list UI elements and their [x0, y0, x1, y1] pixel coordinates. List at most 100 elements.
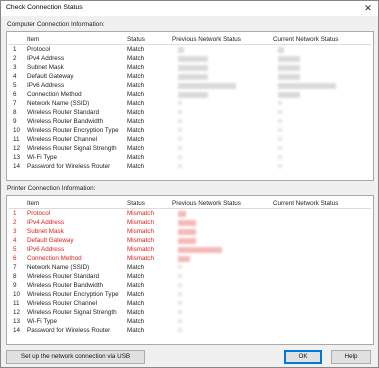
- redacted-previous-value: [178, 301, 182, 305]
- row-item-label: Wireless Router Channel: [27, 300, 97, 307]
- row-number: 9: [13, 118, 17, 125]
- redacted-previous-value: [178, 238, 196, 244]
- row-number: 7: [13, 264, 17, 271]
- redacted-previous-value: [178, 83, 236, 89]
- header-divider: [9, 44, 371, 45]
- row-item-label: Wi-Fi Type: [27, 154, 57, 161]
- redacted-current-value: [278, 47, 284, 53]
- row-item-label: Connection Method: [27, 255, 82, 262]
- row-status: Match: [127, 46, 145, 53]
- table-row[interactable]: 1 Protocol Match: [7, 46, 373, 55]
- redacted-previous-value: [178, 220, 196, 226]
- table-row[interactable]: 13 Wi-Fi Type Match: [7, 154, 373, 163]
- redacted-current-value: [278, 155, 282, 159]
- redacted-previous-value: [178, 128, 182, 132]
- table-row[interactable]: 9 Wireless Router Bandwidth Match: [7, 118, 373, 127]
- row-number: 3: [13, 228, 17, 235]
- row-status: Match: [127, 318, 145, 325]
- table-row[interactable]: 12 Wireless Router Signal Strength Match: [7, 145, 373, 154]
- title-bar: Check Connection Status ✕: [1, 1, 378, 16]
- row-number: 14: [13, 327, 21, 334]
- redacted-previous-value: [178, 283, 182, 287]
- table-row[interactable]: 10 Wireless Router Encryption Type Match: [7, 127, 373, 136]
- row-number: 3: [13, 64, 17, 71]
- redacted-current-value: [278, 74, 300, 80]
- redacted-previous-value: [178, 110, 182, 114]
- row-status: Mismatch: [127, 237, 154, 244]
- setup-via-usb-button[interactable]: Set up the network connection via USB: [6, 350, 145, 364]
- redacted-current-value: [278, 137, 282, 141]
- table-row[interactable]: 7 Network Name (SSID) Match: [7, 264, 373, 273]
- row-item-label: Subnet Mask: [27, 228, 64, 235]
- table-row[interactable]: 14 Password for Wireless Router Match: [7, 327, 373, 336]
- redacted-previous-value: [178, 47, 184, 53]
- row-status: Match: [127, 309, 145, 316]
- printer-connection-table[interactable]: Item Status Previous Network Status Curr…: [6, 195, 374, 345]
- row-number: 12: [13, 309, 21, 316]
- row-item-label: Connection Method: [27, 91, 82, 98]
- row-item-label: IPv6 Address: [27, 82, 65, 89]
- row-item-label: Default Gateway: [27, 237, 74, 244]
- row-status: Match: [127, 145, 145, 152]
- redacted-current-value: [278, 146, 282, 150]
- table-row[interactable]: 8 Wireless Router Standard Match: [7, 109, 373, 118]
- table-row[interactable]: 12 Wireless Router Signal Strength Match: [7, 309, 373, 318]
- row-item-label: Default Gateway: [27, 73, 74, 80]
- table-row[interactable]: 9 Wireless Router Bandwidth Match: [7, 282, 373, 291]
- table-row[interactable]: 2 IPv4 Address Match: [7, 55, 373, 64]
- help-button[interactable]: Help: [331, 350, 371, 364]
- redacted-current-value: [278, 110, 282, 114]
- table-row[interactable]: 2 IPv4 Address Mismatch: [7, 219, 373, 228]
- row-status: Match: [127, 264, 145, 271]
- redacted-previous-value: [178, 146, 182, 150]
- row-status: Match: [127, 154, 145, 161]
- redacted-previous-value: [178, 274, 182, 278]
- table-row[interactable]: 8 Wireless Router Standard Match: [7, 273, 373, 282]
- row-status: Mismatch: [127, 255, 154, 262]
- row-item-label: Wireless Router Channel: [27, 136, 97, 143]
- row-number: 7: [13, 100, 17, 107]
- table-row[interactable]: 7 Network Name (SSID) Match: [7, 100, 373, 109]
- table-row[interactable]: 6 Connection Method Match: [7, 91, 373, 100]
- row-number: 14: [13, 163, 21, 170]
- table-row[interactable]: 3 Subnet Mask Mismatch: [7, 228, 373, 237]
- ok-button[interactable]: OK: [284, 350, 322, 364]
- row-status: Match: [127, 64, 145, 71]
- computer-connection-table[interactable]: Item Status Previous Network Status Curr…: [6, 31, 374, 181]
- table-row[interactable]: 4 Default Gateway Match: [7, 73, 373, 82]
- row-number: 6: [13, 91, 17, 98]
- table-row[interactable]: 4 Default Gateway Mismatch: [7, 237, 373, 246]
- row-number: 2: [13, 55, 17, 62]
- redacted-previous-value: [178, 319, 182, 323]
- row-status: Mismatch: [127, 219, 154, 226]
- row-status: Match: [127, 118, 145, 125]
- row-item-label: IPv4 Address: [27, 55, 65, 62]
- table-row[interactable]: 1 Protocol Mismatch: [7, 210, 373, 219]
- table-row[interactable]: 5 IPv6 Address Mismatch: [7, 246, 373, 255]
- row-status: Match: [127, 91, 145, 98]
- redacted-previous-value: [178, 56, 208, 62]
- table-row[interactable]: 5 IPv6 Address Match: [7, 82, 373, 91]
- table-row[interactable]: 10 Wireless Router Encryption Type Match: [7, 291, 373, 300]
- redacted-previous-value: [178, 164, 182, 168]
- close-icon[interactable]: ✕: [362, 2, 374, 14]
- row-number: 4: [13, 73, 17, 80]
- redacted-previous-value: [178, 328, 182, 332]
- table-row[interactable]: 11 Wireless Router Channel Match: [7, 300, 373, 309]
- printer-section-label: Printer Connection Information:: [7, 185, 96, 192]
- row-status: Mismatch: [127, 246, 154, 253]
- row-number: 12: [13, 145, 21, 152]
- table-row[interactable]: 3 Subnet Mask Match: [7, 64, 373, 73]
- table-row[interactable]: 14 Password for Wireless Router Match: [7, 163, 373, 172]
- row-status: Match: [127, 109, 145, 116]
- redacted-previous-value: [178, 229, 196, 235]
- table-row[interactable]: 11 Wireless Router Channel Match: [7, 136, 373, 145]
- row-item-label: Wireless Router Bandwidth: [27, 282, 103, 289]
- row-number: 13: [13, 154, 21, 161]
- table-row[interactable]: 13 Wi-Fi Type Match: [7, 318, 373, 327]
- table-row[interactable]: 6 Connection Method Mismatch: [7, 255, 373, 264]
- row-status: Match: [127, 55, 145, 62]
- row-number: 1: [13, 46, 17, 53]
- row-item-label: IPv4 Address: [27, 219, 65, 226]
- redacted-previous-value: [178, 65, 208, 71]
